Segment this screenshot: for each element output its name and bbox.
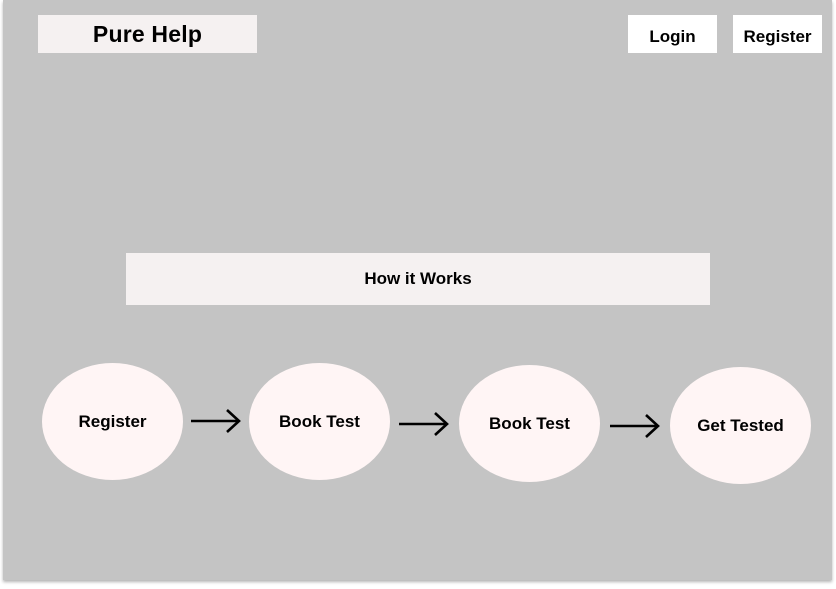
step-label: Book Test <box>279 411 360 431</box>
step-label: Get Tested <box>697 415 784 435</box>
arrow-right-icon <box>610 414 660 438</box>
how-it-works-title: How it Works <box>126 253 710 305</box>
login-button-label: Login <box>649 26 696 46</box>
login-button[interactable]: Login <box>628 15 717 53</box>
arrow-right-icon <box>191 409 241 433</box>
how-it-works-heading: How it Works <box>364 269 472 288</box>
brand-logo[interactable]: Pure Help <box>38 15 257 53</box>
step-label: Register <box>78 411 147 431</box>
register-button-label: Register <box>743 26 812 46</box>
step-label: Book Test <box>489 413 570 433</box>
register-button[interactable]: Register <box>733 15 822 53</box>
step-book-test-2: Book Test <box>459 365 600 482</box>
arrow-right-icon <box>399 412 449 436</box>
step-get-tested: Get Tested <box>670 367 811 484</box>
step-book-test: Book Test <box>249 363 390 480</box>
step-register: Register <box>42 363 183 480</box>
brand-name: Pure Help <box>92 20 203 47</box>
